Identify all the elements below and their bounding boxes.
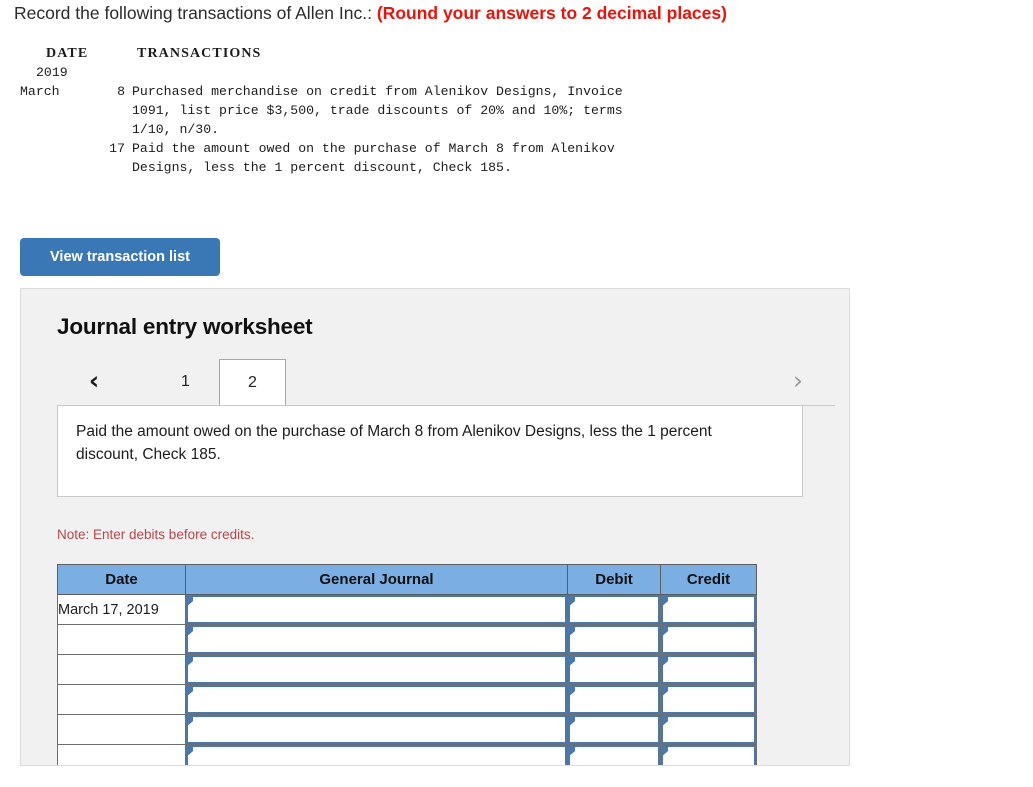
transaction-day: 8 bbox=[117, 84, 125, 99]
cell-debit[interactable] bbox=[567, 714, 661, 745]
cell-general-journal[interactable] bbox=[185, 684, 568, 715]
general-journal-input[interactable] bbox=[186, 715, 567, 744]
transaction-text-line: Paid the amount owed on the purchase of … bbox=[132, 141, 615, 156]
prompt-lead-text: Record the following transactions of All… bbox=[14, 3, 372, 23]
question-prompt: Record the following transactions of All… bbox=[14, 0, 727, 26]
cell-date[interactable] bbox=[57, 654, 186, 685]
cell-credit[interactable] bbox=[660, 684, 757, 715]
entry-description-card: Paid the amount owed on the purchase of … bbox=[57, 406, 803, 497]
column-header-general-journal: General Journal bbox=[185, 564, 568, 595]
transaction-list-year-row: 2019 bbox=[20, 63, 787, 82]
transaction-day: 17 bbox=[109, 141, 125, 156]
cell-debit[interactable] bbox=[567, 624, 661, 655]
transaction-list-year: 2019 bbox=[36, 65, 68, 80]
chevron-left-icon[interactable]: ‹ bbox=[79, 364, 109, 398]
transaction-text-line: 1/10, n/30. bbox=[132, 122, 220, 137]
credit-input[interactable] bbox=[661, 595, 756, 624]
column-header-date: Date bbox=[57, 564, 186, 595]
view-transaction-list-button[interactable]: View transaction list bbox=[20, 238, 220, 276]
cell-debit[interactable] bbox=[567, 654, 661, 685]
cell-credit[interactable] bbox=[660, 624, 757, 655]
cell-general-journal[interactable] bbox=[185, 654, 568, 685]
table-row bbox=[57, 684, 757, 715]
cell-credit[interactable] bbox=[660, 654, 757, 685]
cell-date[interactable]: March 17, 2019 bbox=[57, 594, 186, 625]
credit-input[interactable] bbox=[661, 745, 756, 765]
transaction-list-block: DATE TRANSACTIONS 2019 March 8 Purchased… bbox=[20, 44, 787, 177]
transaction-text-line: Designs, less the 1 percent discount, Ch… bbox=[132, 160, 512, 175]
credit-input[interactable] bbox=[661, 655, 756, 684]
cell-credit[interactable] bbox=[660, 744, 757, 765]
debit-input[interactable] bbox=[568, 625, 660, 654]
cell-debit[interactable] bbox=[567, 594, 661, 625]
table-row: March 17, 2019 bbox=[57, 594, 757, 625]
table-row bbox=[57, 624, 757, 655]
general-journal-input[interactable] bbox=[186, 655, 567, 684]
transaction-list-header-row: DATE TRANSACTIONS bbox=[20, 44, 787, 63]
table-row bbox=[57, 744, 757, 765]
table-header-row: Date General Journal Debit Credit bbox=[57, 564, 757, 595]
chevron-right-icon[interactable]: › bbox=[783, 364, 813, 398]
credit-input[interactable] bbox=[661, 685, 756, 714]
general-journal-input[interactable] bbox=[186, 595, 567, 624]
cell-credit[interactable] bbox=[660, 714, 757, 745]
table-row bbox=[57, 654, 757, 685]
debit-input[interactable] bbox=[568, 685, 660, 714]
entry-description-text: Paid the amount owed on the purchase of … bbox=[76, 423, 712, 463]
transaction-entry: 17 Paid the amount owed on the purchase … bbox=[20, 139, 787, 177]
transaction-text-line: Purchased merchandise on credit from Ale… bbox=[132, 84, 623, 99]
general-journal-input[interactable] bbox=[186, 685, 567, 714]
debit-input[interactable] bbox=[568, 715, 660, 744]
tab-entry-1[interactable]: 1 bbox=[152, 359, 219, 405]
tab-entry-2[interactable]: 2 bbox=[219, 359, 286, 406]
credit-input[interactable] bbox=[661, 625, 756, 654]
cell-general-journal[interactable] bbox=[185, 594, 568, 625]
transaction-text-line: 1091, list price $3,500, trade discounts… bbox=[132, 103, 623, 118]
column-header-credit: Credit bbox=[660, 564, 757, 595]
cell-general-journal[interactable] bbox=[185, 624, 568, 655]
cell-date[interactable] bbox=[57, 744, 186, 765]
transaction-month: March bbox=[20, 84, 60, 99]
column-header-debit: Debit bbox=[567, 564, 661, 595]
cell-general-journal[interactable] bbox=[185, 714, 568, 745]
debit-input[interactable] bbox=[568, 595, 660, 624]
debit-input[interactable] bbox=[568, 745, 660, 765]
cell-credit[interactable] bbox=[660, 594, 757, 625]
cell-debit[interactable] bbox=[567, 684, 661, 715]
journal-entry-worksheet-panel: Journal entry worksheet ‹ 1 2 › Paid the… bbox=[20, 288, 850, 766]
cell-debit[interactable] bbox=[567, 744, 661, 765]
table-row bbox=[57, 714, 757, 745]
cell-date[interactable] bbox=[57, 684, 186, 715]
transaction-list-header-date: DATE bbox=[46, 46, 89, 61]
cell-date[interactable] bbox=[57, 624, 186, 655]
general-journal-input[interactable] bbox=[186, 625, 567, 654]
cell-date[interactable] bbox=[57, 714, 186, 745]
transaction-list-header-transactions: TRANSACTIONS bbox=[137, 46, 262, 61]
debits-before-credits-note: Note: Enter debits before credits. bbox=[57, 527, 255, 542]
prompt-emphasis-text: (Round your answers to 2 decimal places) bbox=[376, 3, 727, 23]
credit-input[interactable] bbox=[661, 715, 756, 744]
transaction-entry: March 8 Purchased merchandise on credit … bbox=[20, 82, 787, 139]
worksheet-tab-strip: ‹ 1 2 › bbox=[57, 359, 835, 406]
journal-entry-table: Date General Journal Debit Credit March … bbox=[57, 564, 757, 765]
debit-input[interactable] bbox=[568, 655, 660, 684]
page-title: Journal entry worksheet bbox=[57, 314, 313, 339]
cell-general-journal[interactable] bbox=[185, 744, 568, 765]
transaction-list-header-spacer bbox=[100, 44, 125, 63]
general-journal-input[interactable] bbox=[186, 745, 567, 765]
